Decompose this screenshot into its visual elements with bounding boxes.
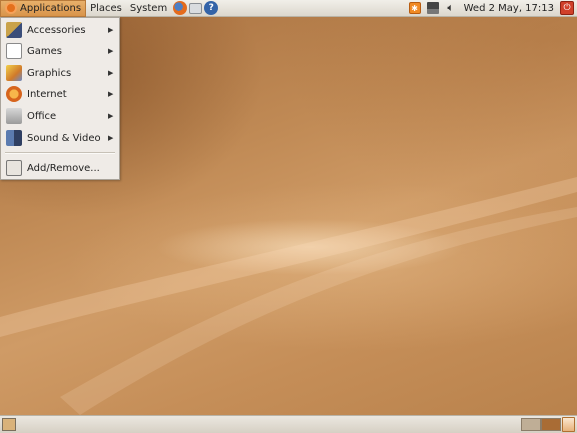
menu-item-games[interactable]: Games ▶ [2, 41, 118, 61]
add-remove-icon [6, 160, 22, 176]
submenu-arrow-icon: ▶ [108, 47, 114, 55]
applications-dropdown: Accessories ▶ Games ▶ Graphics ▶ Interne… [0, 17, 120, 180]
menu-item-label: Sound & Video [27, 132, 101, 144]
menu-item-label: Accessories [27, 24, 86, 36]
office-icon [6, 108, 22, 124]
places-menu[interactable]: Places [86, 0, 126, 17]
top-panel: Applications Places System ? ✱ 🔈︎ Wed 2 … [0, 0, 577, 17]
games-icon [6, 43, 22, 59]
submenu-arrow-icon: ▶ [108, 26, 114, 34]
menu-item-label: Internet [27, 88, 67, 100]
submenu-arrow-icon: ▶ [108, 69, 114, 77]
workspace-2[interactable] [541, 418, 561, 431]
system-menu[interactable]: System [126, 0, 171, 17]
menu-item-add-remove[interactable]: Add/Remove... [2, 158, 118, 178]
menu-separator [5, 152, 115, 154]
menu-item-sound-video[interactable]: Sound & Video ▶ [2, 128, 118, 148]
mail-icon[interactable] [189, 2, 203, 14]
menu-item-label: Games [27, 45, 62, 57]
sound-video-icon [6, 130, 22, 146]
menu-item-label: Office [27, 110, 57, 122]
volume-icon[interactable]: 🔈︎ [445, 1, 457, 14]
accessories-icon [6, 22, 22, 38]
menu-item-label: Add/Remove... [27, 162, 100, 174]
firefox-icon[interactable] [173, 1, 188, 15]
trash-icon[interactable] [562, 417, 575, 432]
menu-item-office[interactable]: Office ▶ [2, 106, 118, 126]
submenu-arrow-icon: ▶ [108, 134, 114, 142]
applications-menu[interactable]: Applications [0, 0, 87, 17]
notification-icon[interactable]: ✱ [408, 2, 421, 14]
graphics-icon [6, 65, 22, 81]
menu-item-accessories[interactable]: Accessories ▶ [2, 20, 118, 40]
submenu-arrow-icon: ▶ [108, 90, 114, 98]
network-icon[interactable] [426, 2, 439, 14]
show-desktop-icon[interactable] [2, 418, 16, 431]
internet-icon [6, 86, 22, 102]
help-icon[interactable]: ? [204, 1, 219, 15]
applications-menu-label: Applications [20, 2, 82, 14]
workspace-1[interactable] [521, 418, 541, 431]
menu-item-internet[interactable]: Internet ▶ [2, 84, 118, 104]
submenu-arrow-icon: ▶ [108, 112, 114, 120]
power-icon[interactable]: ⏻ [560, 1, 574, 15]
ubuntu-logo-icon [5, 2, 17, 14]
bottom-panel [0, 415, 577, 433]
menu-item-label: Graphics [27, 67, 72, 79]
menu-item-graphics[interactable]: Graphics ▶ [2, 63, 118, 83]
clock[interactable]: Wed 2 May, 17:13 [460, 3, 558, 14]
